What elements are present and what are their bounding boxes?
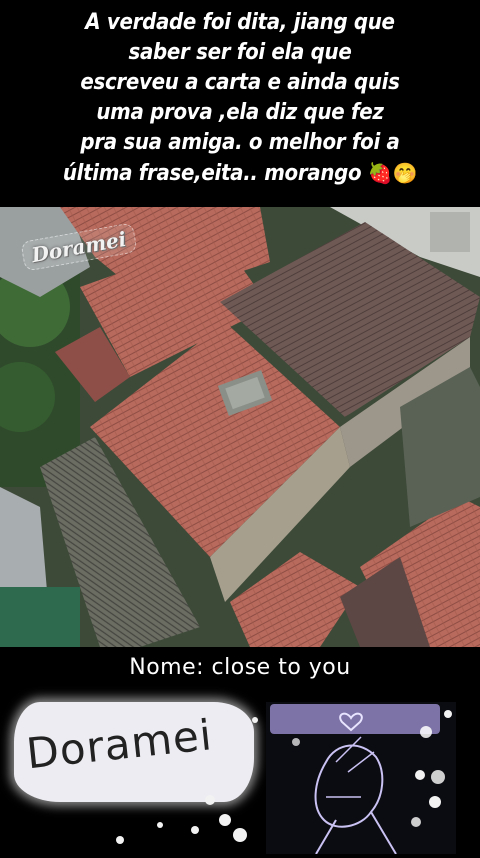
song-name-label: Nome: close to you [129, 655, 351, 680]
strawberry-blush-emoji: 🍓🤭 [367, 161, 418, 185]
sparkle-dots [116, 710, 452, 844]
caption-text: A verdade foi dita, jiang que saber ser … [0, 8, 480, 189]
caption-line-text: última frase,eita.. morango [62, 161, 362, 186]
caption-line: A verdade foi dita, jiang que [85, 10, 395, 35]
caption-line: uma prova ,ela diz que fez [96, 100, 384, 125]
caption-line: pra sua amiga. o melhor foi a [80, 130, 400, 155]
caption-line: saber ser foi ela que [128, 40, 352, 65]
caption-line-last: última frase,eita.. morango 🍓🤭 [0, 158, 480, 189]
caption-line: escreveu a carta e ainda quis [80, 70, 400, 95]
aerial-rooftop-photo [0, 207, 480, 647]
